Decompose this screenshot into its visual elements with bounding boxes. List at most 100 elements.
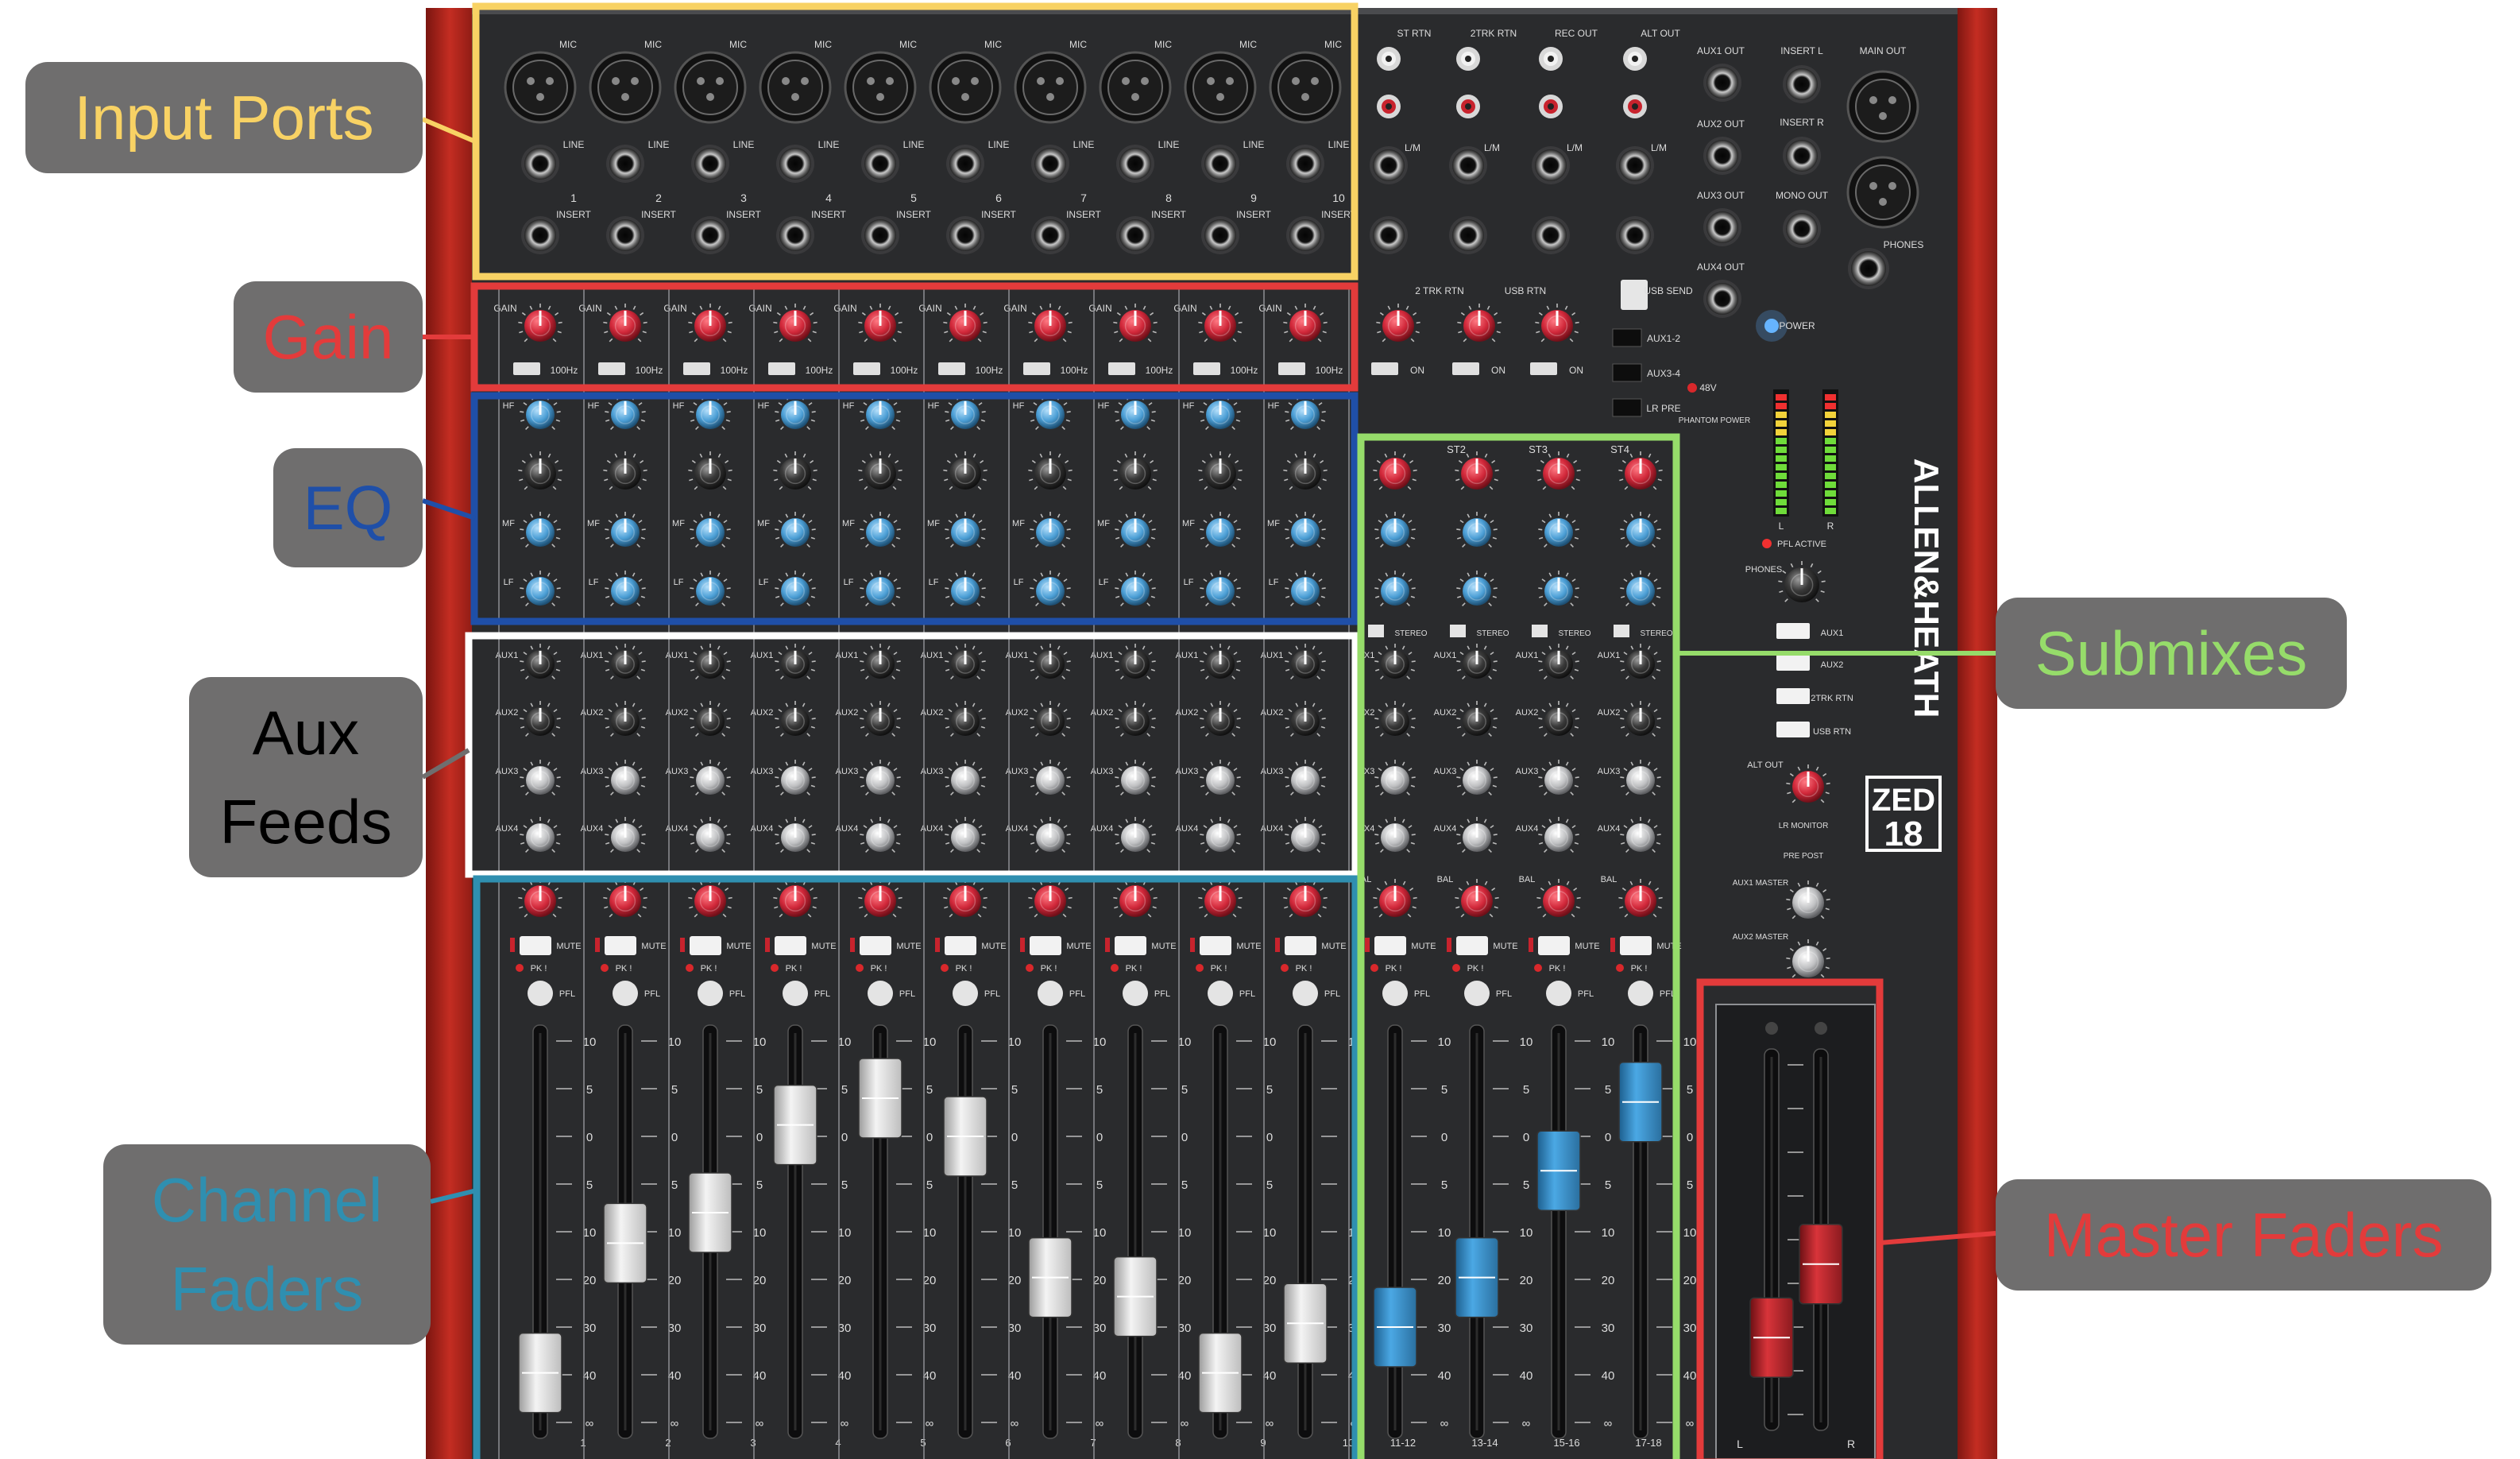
meter-led <box>1776 394 1787 401</box>
fader-scale-label: 30 <box>1178 1322 1192 1335</box>
fader-scale-label: 40 <box>1602 1369 1615 1383</box>
knob-tick <box>1456 776 1461 779</box>
xlr-pin <box>1292 77 1300 85</box>
knob-tick <box>1575 587 1579 590</box>
knob-tick <box>1068 896 1073 900</box>
knob-tick <box>1321 776 1326 779</box>
eq-mf-label: MF <box>672 519 685 528</box>
meter-led <box>1776 482 1787 488</box>
xlr-pin <box>1056 77 1064 85</box>
fader-scale-label: 10 <box>1602 1035 1615 1049</box>
pfl-label: PFL <box>559 989 575 999</box>
knob-tick <box>1028 896 1033 900</box>
knob-tick <box>1028 469 1033 472</box>
meter-led <box>1776 499 1787 505</box>
pfl-button-7 <box>1038 981 1063 1006</box>
knob-tick <box>1323 469 1328 472</box>
fader-scale-label: 10 <box>1520 1226 1533 1240</box>
monitor-source-label: USB RTN <box>1813 727 1851 737</box>
fader-scale-label: 5 <box>1181 1083 1188 1097</box>
insert-jack-4 <box>779 219 811 251</box>
fader-scale-label: 10 <box>1263 1035 1277 1049</box>
knob-tick <box>558 896 562 900</box>
eq-lf-label: LF <box>589 578 599 587</box>
knob-tick <box>605 776 609 779</box>
knob-tick <box>813 896 817 900</box>
stereo-peak-label: PK ! <box>1467 964 1484 973</box>
peak-led <box>856 964 864 972</box>
knob-tick <box>775 776 779 779</box>
insert-jack-2 <box>609 219 641 251</box>
knob-tick <box>1575 834 1579 836</box>
stereo-in-jack-r <box>1373 219 1405 251</box>
gain-label: GAIN <box>1003 303 1026 314</box>
stereo-mute-button <box>1620 936 1652 955</box>
stereo-switch <box>1368 625 1384 637</box>
xlr-pin <box>1046 93 1054 101</box>
meter-led <box>1776 447 1787 453</box>
xlr-pin <box>867 77 875 85</box>
knob-tick <box>520 528 524 531</box>
fader-scale-label: 30 <box>583 1322 597 1335</box>
fader-scale-label: 20 <box>668 1274 682 1287</box>
knob-tick <box>1198 469 1203 472</box>
knob-tick <box>775 718 779 720</box>
mute-label: MUTE <box>1151 942 1176 951</box>
stereo-aux-label: AUX3 <box>1516 767 1539 776</box>
mic-label: MIC <box>1324 39 1342 50</box>
fader-scale-label: 20 <box>1683 1274 1697 1287</box>
fader-scale-label: 5 <box>1011 1178 1018 1192</box>
knob-tick <box>981 834 986 836</box>
monitor-source-label: AUX1 <box>1821 629 1844 638</box>
knob-tick <box>556 834 561 836</box>
hpf-switch <box>853 362 880 375</box>
aux-out-jack <box>1706 211 1738 243</box>
knob-tick <box>1575 776 1579 779</box>
fader-scale-label: 5 <box>926 1178 933 1192</box>
fader-scale-label: ∞ <box>1266 1417 1274 1430</box>
knob-tick <box>860 660 864 663</box>
knob-tick <box>1200 776 1204 779</box>
xlr-pin <box>631 77 639 85</box>
xlr-pin <box>1879 198 1887 206</box>
knob-tick <box>1575 528 1579 531</box>
stereo-switch <box>1532 625 1548 637</box>
knob-tick <box>1374 528 1379 531</box>
peak-led <box>1196 964 1204 972</box>
knob-tick <box>860 834 864 836</box>
line-label: LINE <box>648 139 670 150</box>
knob-tick <box>1411 528 1416 531</box>
eq-hf-label: HF <box>588 401 600 411</box>
knob-tick <box>811 587 816 590</box>
meter-led <box>1825 482 1836 488</box>
meter-led <box>1825 490 1836 497</box>
knob-tick <box>1778 580 1783 582</box>
on-label: ON <box>1569 365 1583 376</box>
xlr-pin <box>782 77 790 85</box>
knob-tick <box>726 834 731 836</box>
phones-level-label: PHONES <box>1745 565 1782 575</box>
knob-tick <box>1030 587 1034 590</box>
gain-label: GAIN <box>748 303 771 314</box>
callout-aux-feeds: Aux Feeds <box>189 677 423 877</box>
peak-label: PK ! <box>701 964 717 973</box>
eq-hf-label: HF <box>843 401 855 411</box>
fader-scale-label: 10 <box>923 1226 937 1240</box>
knob-tick <box>558 469 562 472</box>
mute-led <box>680 938 685 952</box>
rca-left-hole <box>1386 56 1392 62</box>
knob-tick <box>1236 660 1241 663</box>
peak-led <box>1026 964 1034 972</box>
line-jack-1 <box>524 148 556 180</box>
pfl-label: PFL <box>814 989 830 999</box>
knob-tick <box>728 896 732 900</box>
knob-tick <box>860 776 864 779</box>
channel-number-label: 9 <box>1250 192 1257 204</box>
gain-label: GAIN <box>493 303 516 314</box>
knob-tick <box>811 834 816 836</box>
fader-scale-label: 5 <box>671 1083 678 1097</box>
monitor-source-button <box>1776 623 1810 639</box>
meter-led <box>1776 473 1787 479</box>
monitor-source-label: AUX2 <box>1821 660 1844 670</box>
main-out-xlr-r-inner <box>1855 164 1911 220</box>
